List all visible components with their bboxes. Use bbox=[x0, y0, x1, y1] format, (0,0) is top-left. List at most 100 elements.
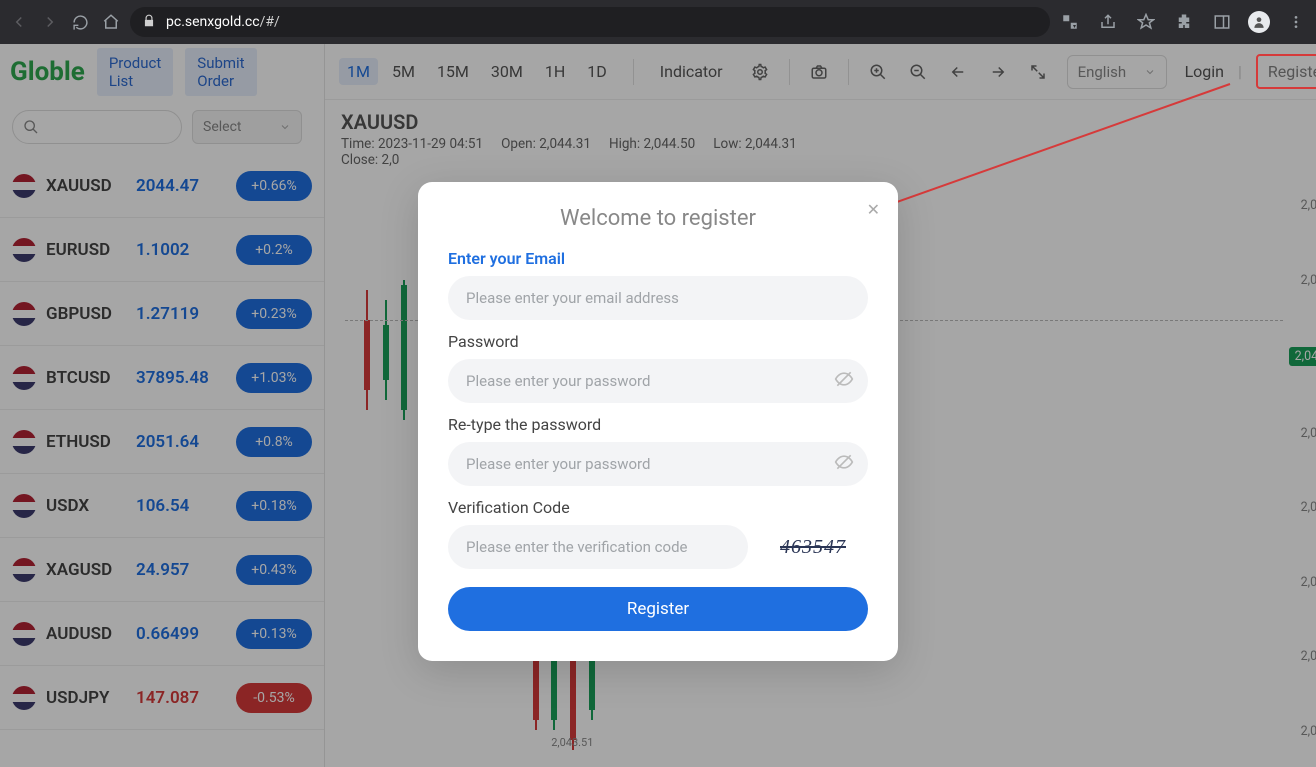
password-input[interactable] bbox=[448, 359, 868, 403]
tab-product-list[interactable]: Product List bbox=[97, 48, 173, 96]
separator bbox=[789, 59, 790, 85]
arrow-left-icon[interactable] bbox=[947, 61, 969, 83]
zoom-out-icon[interactable] bbox=[907, 61, 929, 83]
forward-icon[interactable] bbox=[39, 10, 62, 34]
profile-avatar[interactable] bbox=[1248, 11, 1270, 33]
instrument-symbol: GBPUSD bbox=[46, 304, 126, 324]
chart-y-axis: 2,045.102,044.802,044.472,044.202,043.90… bbox=[1289, 170, 1316, 767]
instrument-row[interactable]: EURUSD 1.1002 +0.2% bbox=[0, 218, 324, 282]
instrument-symbol: USDJPY bbox=[46, 688, 126, 708]
flag-icon bbox=[12, 686, 36, 710]
timeframe-30M[interactable]: 30M bbox=[483, 58, 531, 85]
y-tick: 2,044.20 bbox=[1289, 426, 1316, 441]
gear-icon[interactable] bbox=[749, 61, 771, 83]
instrument-price: 0.66499 bbox=[136, 624, 226, 644]
separator: | bbox=[1238, 62, 1242, 81]
search-icon bbox=[23, 119, 39, 135]
flag-icon bbox=[12, 366, 36, 390]
y-tick: 2,043.00 bbox=[1289, 724, 1316, 739]
email-input[interactable] bbox=[448, 276, 868, 320]
menu-icon[interactable] bbox=[1284, 10, 1308, 34]
password2-input[interactable] bbox=[448, 442, 868, 486]
chevron-down-icon bbox=[279, 121, 291, 133]
search-input[interactable] bbox=[12, 110, 182, 144]
search-row: Select bbox=[0, 100, 324, 154]
star-icon[interactable] bbox=[1134, 10, 1158, 34]
instrument-symbol: ETHUSD bbox=[46, 432, 126, 452]
panel-icon[interactable] bbox=[1210, 10, 1234, 34]
instrument-price: 24.957 bbox=[136, 560, 226, 580]
instrument-price: 2051.64 bbox=[136, 432, 226, 452]
camera-icon[interactable] bbox=[808, 61, 830, 83]
instrument-row[interactable]: BTCUSD 37895.48 +1.03% bbox=[0, 346, 324, 410]
flag-icon bbox=[12, 622, 36, 646]
y-tick: 2,043.30 bbox=[1289, 649, 1316, 664]
register-submit-button[interactable]: Register bbox=[448, 587, 868, 631]
timeframe-1D[interactable]: 1D bbox=[579, 58, 615, 85]
flag-icon bbox=[12, 494, 36, 518]
chart-x-tick: 2,043.51 bbox=[551, 736, 593, 749]
timeframe-1H[interactable]: 1H bbox=[537, 58, 573, 85]
register-link[interactable]: Register bbox=[1256, 54, 1316, 89]
instrument-change: +0.13% bbox=[236, 619, 312, 649]
back-icon[interactable] bbox=[8, 10, 31, 34]
arrow-right-icon[interactable] bbox=[987, 61, 1009, 83]
chart-low: Low: 2,044.31 bbox=[713, 136, 796, 152]
instrument-price: 1.1002 bbox=[136, 240, 226, 260]
address-bar[interactable]: pc.senxgold.cc/#/ bbox=[130, 7, 1050, 37]
language-select[interactable]: English bbox=[1067, 55, 1167, 89]
instrument-symbol: BTCUSD bbox=[46, 368, 126, 388]
instrument-list: XAUUSD 2044.47 +0.66% EURUSD 1.1002 +0.2… bbox=[0, 154, 324, 767]
instrument-row[interactable]: AUDUSD 0.66499 +0.13% bbox=[0, 602, 324, 666]
instrument-symbol: XAUUSD bbox=[46, 176, 126, 196]
code-input[interactable] bbox=[448, 525, 748, 569]
flag-icon bbox=[12, 302, 36, 326]
lock-icon bbox=[142, 13, 156, 32]
timeframe-5M[interactable]: 5M bbox=[384, 58, 423, 85]
home-icon[interactable] bbox=[100, 10, 123, 34]
zoom-in-icon[interactable] bbox=[867, 61, 889, 83]
app-root: Globle Product List Submit Order Select … bbox=[0, 44, 1316, 767]
auth-links: Login | Register bbox=[1185, 54, 1316, 89]
flag-icon bbox=[12, 430, 36, 454]
eye-off-icon[interactable] bbox=[834, 452, 854, 476]
brand-logo: Globle bbox=[10, 57, 85, 87]
instrument-row[interactable]: ETHUSD 2051.64 +0.8% bbox=[0, 410, 324, 474]
share-icon[interactable] bbox=[1096, 10, 1120, 34]
timeframe-1M[interactable]: 1M bbox=[339, 58, 378, 85]
password2-label: Re-type the password bbox=[448, 415, 868, 434]
instrument-price: 37895.48 bbox=[136, 368, 226, 388]
chart-symbol: XAUUSD bbox=[341, 110, 1316, 134]
instrument-change: -0.53% bbox=[236, 683, 312, 713]
y-tick: 2,044.47 bbox=[1289, 347, 1316, 366]
indicator-button[interactable]: Indicator bbox=[652, 58, 731, 85]
reload-icon[interactable] bbox=[69, 10, 92, 34]
eye-off-icon[interactable] bbox=[834, 369, 854, 393]
instrument-row[interactable]: GBPUSD 1.27119 +0.23% bbox=[0, 282, 324, 346]
login-link[interactable]: Login bbox=[1185, 62, 1224, 81]
language-label: English bbox=[1078, 63, 1127, 81]
instrument-change: +1.03% bbox=[236, 363, 312, 393]
tab-submit-order[interactable]: Submit Order bbox=[185, 48, 256, 96]
extensions-icon[interactable] bbox=[1172, 10, 1196, 34]
instrument-change: +0.66% bbox=[236, 171, 312, 201]
instrument-row[interactable]: XAUUSD 2044.47 +0.66% bbox=[0, 154, 324, 218]
instrument-row[interactable]: XAGUSD 24.957 +0.43% bbox=[0, 538, 324, 602]
instrument-change: +0.18% bbox=[236, 491, 312, 521]
instrument-symbol: EURUSD bbox=[46, 240, 126, 260]
timeframe-15M[interactable]: 15M bbox=[429, 58, 477, 85]
instrument-row[interactable]: USDJPY 147.087 -0.53% bbox=[0, 666, 324, 730]
translate-icon[interactable] bbox=[1058, 10, 1082, 34]
modal-title: Welcome to register bbox=[448, 206, 868, 231]
y-tick: 2,044.80 bbox=[1289, 273, 1316, 288]
y-tick: 2,045.10 bbox=[1289, 198, 1316, 213]
close-icon[interactable]: ✕ bbox=[867, 200, 880, 219]
chart-header: XAUUSD Time: 2023-11-29 04:51 Open: 2,04… bbox=[325, 100, 1316, 170]
instrument-price: 2044.47 bbox=[136, 176, 226, 196]
captcha-image[interactable]: 463547 bbox=[758, 529, 868, 565]
fullscreen-icon[interactable] bbox=[1027, 61, 1049, 83]
instrument-row[interactable]: USDX 106.54 +0.18% bbox=[0, 474, 324, 538]
category-select[interactable]: Select bbox=[192, 110, 302, 144]
instrument-change: +0.23% bbox=[236, 299, 312, 329]
y-tick: 2,043.60 bbox=[1289, 575, 1316, 590]
